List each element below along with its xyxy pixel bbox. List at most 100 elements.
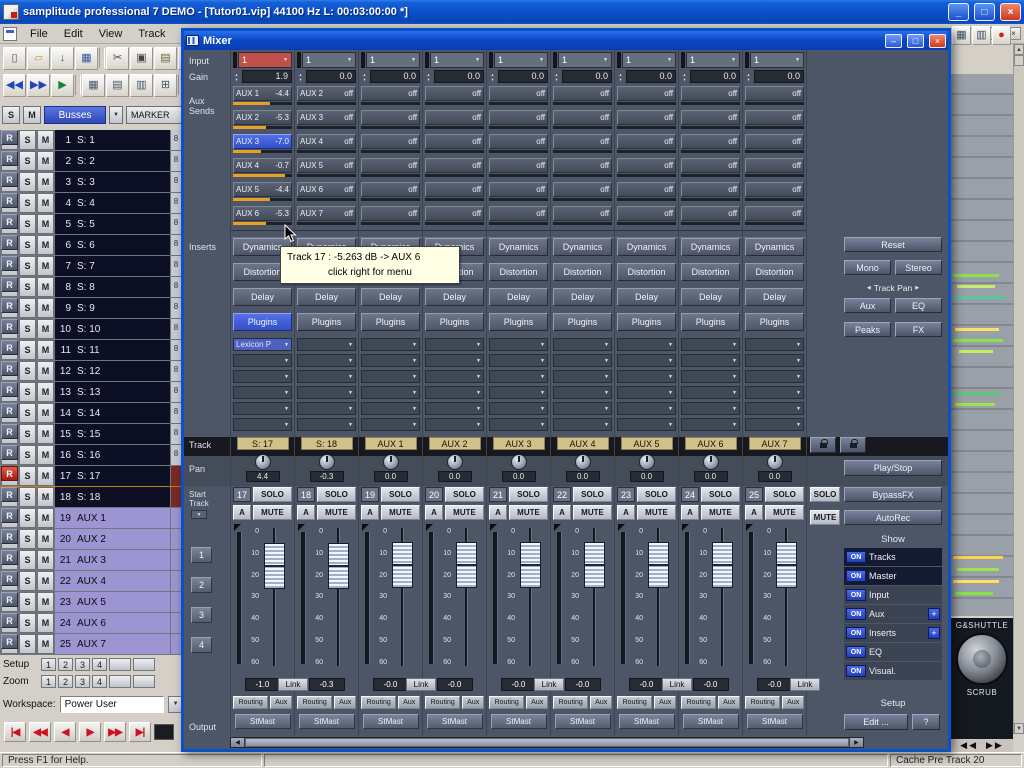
mixer-close-button[interactable]: × [929, 34, 946, 48]
solo-button[interactable]: SOLO [701, 487, 740, 502]
strip-track-label[interactable]: S: 17 [237, 437, 289, 450]
track-mute-button[interactable]: M [37, 172, 54, 192]
automation-button[interactable]: A [553, 505, 571, 520]
aux-view-button[interactable]: Aux [844, 298, 891, 313]
input-selector[interactable]: 1 ▼ [558, 52, 612, 68]
menu-item[interactable]: File [22, 26, 56, 42]
plugin-slot[interactable]: ▼ [233, 354, 292, 367]
scroll-up-icon[interactable]: ▲ [1014, 44, 1024, 55]
track-solo-button[interactable]: S [19, 445, 36, 465]
track-solo-button[interactable]: S [19, 256, 36, 276]
track-record-button[interactable]: R [1, 277, 18, 292]
input-selector[interactable]: 1 ▼ [430, 52, 484, 68]
fader-value[interactable]: -0.0 [693, 678, 729, 691]
shuttle-left-icon[interactable]: ◀◀ [960, 740, 978, 751]
setup-preset-button[interactable]: 1 [41, 658, 56, 671]
plugin-slot[interactable]: ▼ [617, 354, 676, 367]
routing-button[interactable]: Routing [361, 696, 396, 709]
track-name[interactable]: 12 S: 12 [55, 361, 170, 381]
insert-delay-button[interactable]: Delay [361, 288, 420, 306]
pan-knob[interactable] [255, 454, 271, 470]
routing-button[interactable]: Routing [233, 696, 268, 709]
aux-send-button[interactable]: AUX 4 off [297, 134, 356, 149]
plugin-slot[interactable]: ▼ [425, 402, 484, 415]
plugin-slot[interactable]: ▼ [361, 418, 420, 431]
bank-button[interactable]: 3 [191, 607, 212, 623]
output-selector[interactable]: StMast [683, 714, 739, 729]
new-file-icon[interactable]: ▯ [3, 47, 26, 70]
plugin-slot[interactable]: ▼ [553, 338, 612, 351]
track-mute-button[interactable]: M [37, 235, 54, 255]
plugin-slot[interactable]: ▼ [297, 418, 356, 431]
aux-send-button[interactable]: AUX 6 off [297, 182, 356, 197]
aux-send-button[interactable]: off [553, 110, 612, 125]
insert-dynamics-button[interactable]: Dynamics [745, 238, 804, 256]
plugin-slot[interactable]: ▼ [681, 354, 740, 367]
aux-send-button[interactable]: off [425, 158, 484, 173]
aux-routing-button[interactable]: Aux [718, 696, 740, 709]
aux-send-button[interactable]: AUX 6 -5.3 [233, 206, 292, 221]
plugin-slot[interactable]: ▼ [425, 418, 484, 431]
track-mute-button[interactable]: M [37, 214, 54, 234]
track-solo-button[interactable]: S [19, 571, 36, 591]
track-solo-button[interactable]: S [19, 193, 36, 213]
track-record-button[interactable]: R [1, 319, 18, 334]
plugin-slot[interactable]: ▼ [681, 418, 740, 431]
input-mode-toggle[interactable] [233, 52, 237, 68]
toolbar-separator[interactable] [75, 75, 81, 95]
close-button[interactable]: × [1000, 3, 1021, 21]
track-name[interactable]: 5 S: 5 [55, 214, 170, 234]
aux-send-button[interactable]: AUX 1 -4.4 [233, 86, 292, 101]
aux-send-button[interactable]: off [681, 110, 740, 125]
input-mode-toggle[interactable] [617, 52, 621, 68]
pan-value[interactable]: -0.3 [310, 471, 344, 482]
minimize-button[interactable]: _ [948, 3, 969, 21]
aux-send-button[interactable]: off [361, 110, 420, 125]
strip-track-label[interactable]: AUX 7 [749, 437, 801, 450]
track-solo-button[interactable]: S [19, 487, 36, 507]
track-name[interactable]: 15 S: 15 [55, 424, 170, 444]
auto-rec-button[interactable]: AutoRec [844, 510, 942, 525]
insert-distortion-button[interactable]: Distortion [745, 263, 804, 281]
aux-send-button[interactable]: off [361, 158, 420, 173]
track-name[interactable]: 9 S: 9 [55, 298, 170, 318]
curve-mode-icon[interactable]: ▥ [130, 74, 153, 97]
transport-button[interactable]: ◀◀ [29, 722, 51, 742]
insert-dynamics-button[interactable]: Dynamics [489, 238, 548, 256]
plugin-slot[interactable]: ▼ [489, 338, 548, 351]
eq-view-button[interactable]: EQ [895, 298, 942, 313]
automation-button[interactable]: A [297, 505, 315, 520]
aux-send-button[interactable]: off [617, 134, 676, 149]
track-mute-button[interactable]: M [37, 634, 54, 654]
workspace-select[interactable]: Power User [60, 696, 164, 713]
forward-icon[interactable]: ▶▶ [27, 74, 50, 97]
bank-button[interactable]: 1 [191, 547, 212, 563]
input-mode-toggle[interactable] [425, 52, 429, 68]
track-solo-button[interactable]: S [19, 319, 36, 339]
fader-value[interactable]: -0.0 [373, 678, 409, 691]
input-mode-toggle[interactable] [489, 52, 493, 68]
plugin-slot[interactable]: ▼ [489, 418, 548, 431]
plugin-slot[interactable]: ▼ [553, 402, 612, 415]
insert-delay-button[interactable]: Delay [745, 288, 804, 306]
track-name[interactable]: 8 S: 8 [55, 277, 170, 297]
output-selector[interactable]: StMast [491, 714, 547, 729]
pan-knob[interactable] [319, 454, 335, 470]
automation-button[interactable]: A [233, 505, 251, 520]
track-record-button[interactable]: R [1, 340, 18, 355]
aux-routing-button[interactable]: Aux [782, 696, 804, 709]
menu-item[interactable]: View [91, 26, 131, 42]
bank-button[interactable]: 4 [191, 637, 212, 653]
paste-icon[interactable]: ▤ [154, 47, 177, 70]
pan-value[interactable]: 4.4 [246, 471, 280, 482]
track-mute-button[interactable]: M [37, 613, 54, 633]
plugin-slot[interactable]: ▼ [361, 370, 420, 383]
plugin-slot[interactable]: ▼ [617, 370, 676, 383]
gain-spinner[interactable]: ▲▼ [297, 70, 304, 83]
plugin-slot[interactable]: ▼ [553, 386, 612, 399]
plugin-slot[interactable]: ▼ [745, 418, 804, 431]
track-name[interactable]: 24 AUX 6 [55, 613, 170, 633]
gain-value[interactable]: 0.0 [754, 70, 804, 83]
track-mute-button[interactable]: M [37, 466, 54, 486]
fader-handle[interactable] [648, 542, 669, 588]
